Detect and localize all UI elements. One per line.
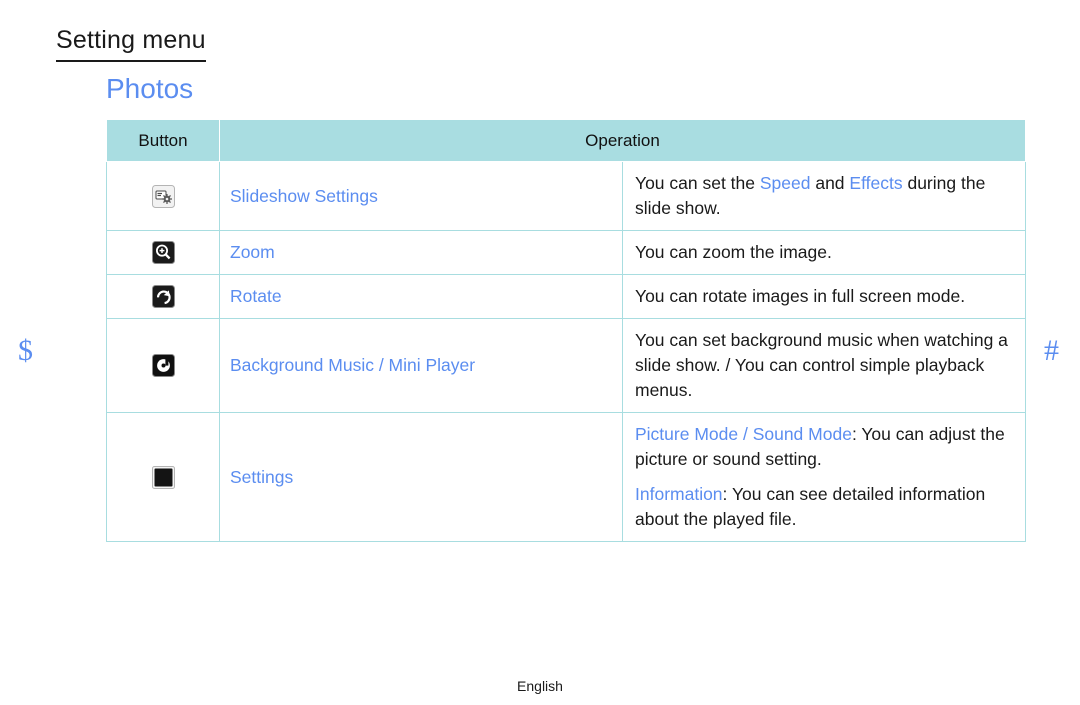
description-highlight: Information <box>635 484 723 504</box>
slideshow-settings-icon <box>151 184 175 208</box>
cell-button-label[interactable]: Settings <box>219 412 623 542</box>
cell-operation-description: You can zoom the image. <box>622 230 1026 275</box>
table-header: Button Operation <box>106 119 1026 162</box>
description-highlight: Effects <box>849 173 903 193</box>
background-music-icon <box>151 354 175 377</box>
footer-language: English <box>517 678 563 694</box>
description-paragraph: You can set the Speed and Effects during… <box>635 171 1025 221</box>
description-paragraph: Information: You can see detailed inform… <box>635 482 1025 532</box>
description-paragraph: Picture Mode / Sound Mode: You can adjus… <box>635 422 1025 472</box>
table-row: Background Music / Mini Player You can se… <box>106 318 1026 413</box>
right-page-marker: # <box>1044 334 1059 367</box>
table-row: Rotate You can rotate images in full scre… <box>106 274 1026 319</box>
cell-button-label[interactable]: Slideshow Settings <box>219 161 623 231</box>
description-highlight: Speed <box>759 173 811 193</box>
column-header-button: Button <box>106 119 220 162</box>
description-text: You can set the <box>635 173 760 193</box>
cell-operation-description: You can rotate images in full screen mod… <box>622 274 1026 319</box>
left-page-marker: $ <box>18 334 33 367</box>
cell-operation-description: You can set background music when watchi… <box>622 318 1026 413</box>
description-text: You can zoom the image. <box>635 242 832 262</box>
section-title: Photos <box>106 73 194 104</box>
description-text: and <box>810 173 850 193</box>
table-row: Zoom You can zoom the image. <box>106 230 1026 275</box>
column-header-operation: Operation <box>219 119 1026 162</box>
cell-button-icon[interactable] <box>106 318 220 413</box>
operations-table: Button Operation Slideshow Settings You c… <box>106 119 1026 542</box>
description-paragraph: You can zoom the image. <box>635 240 1025 265</box>
zoom-icon <box>151 241 175 264</box>
table-row: Slideshow Settings You can set the Speed … <box>106 161 1026 231</box>
description-highlight: Picture Mode / Sound Mode <box>635 424 852 444</box>
description-paragraph: You can set background music when watchi… <box>635 328 1025 403</box>
table-body: Slideshow Settings You can set the Speed … <box>106 161 1026 542</box>
table-header-row: Button Operation <box>106 119 1026 162</box>
cell-button-icon[interactable] <box>106 412 220 542</box>
table-row: Settings Picture Mode / Sound Mode: You c… <box>106 412 1026 542</box>
settings-icon <box>151 465 175 489</box>
rotate-icon <box>151 285 175 308</box>
cell-button-label[interactable]: Zoom <box>219 230 623 275</box>
cell-operation-description: You can set the Speed and Effects during… <box>622 161 1026 231</box>
cell-button-icon[interactable] <box>106 274 220 319</box>
description-text: You can rotate images in full screen mod… <box>635 286 966 306</box>
cell-button-label[interactable]: Background Music / Mini Player <box>219 318 623 413</box>
cell-button-icon[interactable] <box>106 230 220 275</box>
cell-operation-description: Picture Mode / Sound Mode: You can adjus… <box>622 412 1026 542</box>
cell-button-icon[interactable] <box>106 161 220 231</box>
cell-button-label[interactable]: Rotate <box>219 274 623 319</box>
page-title: Setting menu <box>56 25 206 62</box>
description-paragraph: You can rotate images in full screen mod… <box>635 284 1025 309</box>
description-text: You can set background music when watchi… <box>635 330 1008 400</box>
